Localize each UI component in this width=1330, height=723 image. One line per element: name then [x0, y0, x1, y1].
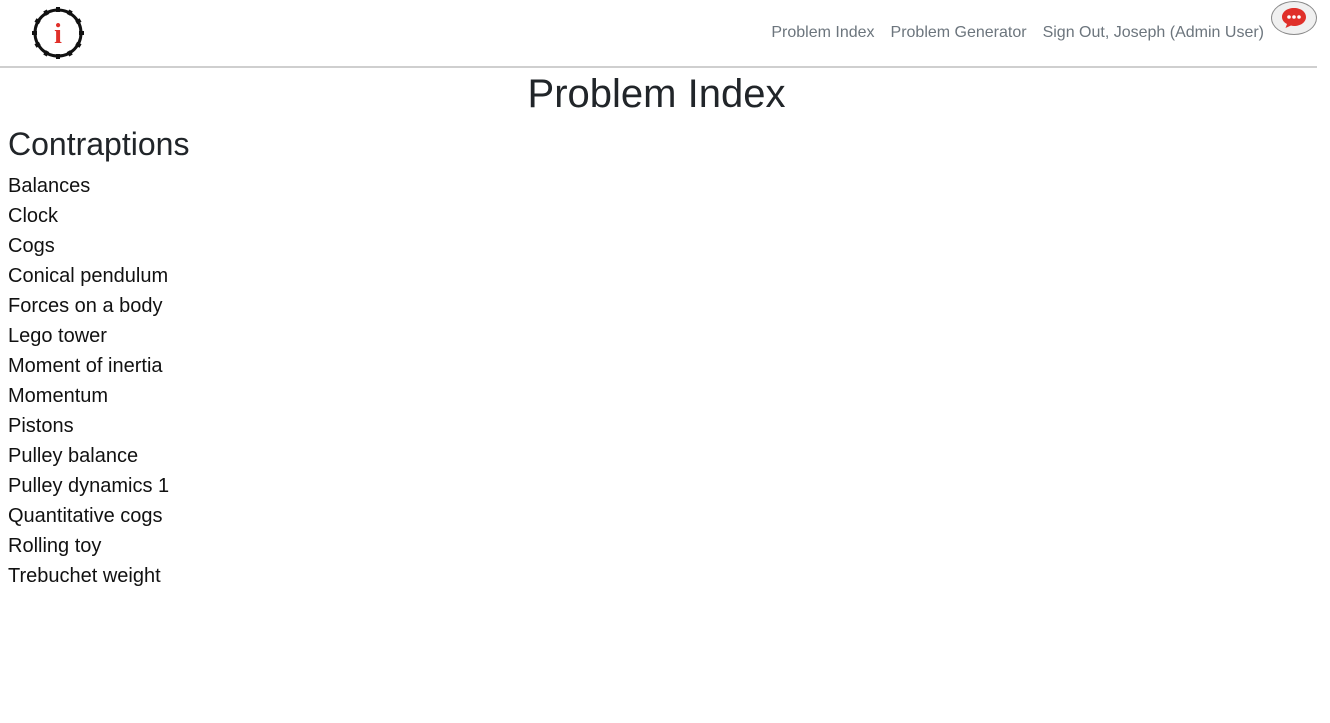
problem-link-pulley-dynamics-1[interactable]: Pulley dynamics 1 [8, 471, 169, 501]
problem-link-lego-tower[interactable]: Lego tower [8, 321, 169, 351]
problem-link-quantitative-cogs[interactable]: Quantitative cogs [8, 501, 169, 531]
nav-problem-index-link[interactable]: Problem Index [763, 23, 882, 43]
problem-link-pistons[interactable]: Pistons [8, 411, 169, 441]
logo-glyph: i [54, 19, 62, 50]
nav-links: Problem Index Problem Generator Sign Out… [763, 23, 1272, 43]
problem-link-trebuchet-weight[interactable]: Trebuchet weight [8, 561, 169, 591]
logo-gear-icon[interactable]: i [32, 7, 84, 59]
nav-sign-out-link[interactable]: Sign Out, Joseph (Admin User) [1035, 23, 1272, 43]
top-navbar: i Problem Index Problem Generator Sign O… [0, 0, 1317, 68]
problem-link-rolling-toy[interactable]: Rolling toy [8, 531, 169, 561]
chat-bubble-icon [1282, 8, 1306, 28]
problem-link-balances[interactable]: Balances [8, 171, 169, 201]
problem-link-momentum[interactable]: Momentum [8, 381, 169, 411]
problem-link-clock[interactable]: Clock [8, 201, 169, 231]
chat-button[interactable] [1271, 1, 1317, 35]
nav-problem-generator-link[interactable]: Problem Generator [883, 23, 1035, 43]
gear-info-icon: i [32, 7, 84, 59]
problem-link-forces-on-a-body[interactable]: Forces on a body [8, 291, 169, 321]
section-title-contraptions: Contraptions [8, 126, 190, 162]
problem-link-moment-of-inertia[interactable]: Moment of inertia [8, 351, 169, 381]
problem-list: Balances Clock Cogs Conical pendulum For… [8, 171, 169, 591]
problem-link-conical-pendulum[interactable]: Conical pendulum [8, 261, 169, 291]
problem-link-pulley-balance[interactable]: Pulley balance [8, 441, 169, 471]
problem-link-cogs[interactable]: Cogs [8, 231, 169, 261]
page-title: Problem Index [527, 72, 786, 116]
